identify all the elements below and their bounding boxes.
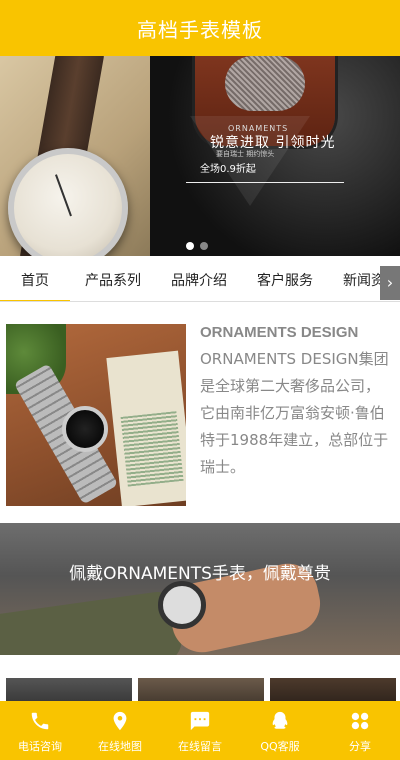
share-label: 分享 bbox=[349, 739, 371, 753]
online-message-button[interactable]: 在线留言 bbox=[160, 701, 240, 760]
hero-banner[interactable]: ORNAMENTS 锐意进取 引领时光 要自瑞士 期约惊头 全场0.9折起 bbox=[0, 56, 400, 256]
qq-icon bbox=[267, 708, 293, 734]
phone-consult-label: 电话咨询 bbox=[18, 739, 62, 753]
banner-divider bbox=[186, 182, 344, 183]
qq-service-label: QQ客服 bbox=[260, 739, 300, 753]
page-title: 高档手表模板 bbox=[137, 17, 263, 42]
share-button[interactable]: 分享 bbox=[320, 701, 400, 760]
qq-service-button[interactable]: QQ客服 bbox=[240, 701, 320, 760]
carousel-dot[interactable] bbox=[186, 242, 194, 250]
tab-customer-service[interactable]: 客户服务 bbox=[242, 262, 328, 301]
phone-icon bbox=[27, 708, 53, 734]
banner-promo: 全场0.9折起 bbox=[200, 164, 256, 175]
phone-consult-button[interactable]: 电话咨询 bbox=[0, 701, 80, 760]
about-heading[interactable]: ORNAMENTS DESIGN bbox=[200, 324, 358, 341]
banner-grill bbox=[225, 56, 305, 111]
category-nav: 首页 产品系列 品牌介绍 客户服务 新闻资讯 › bbox=[0, 262, 400, 302]
about-section: ORNAMENTS DESIGN ORNAMENTS DESIGN集团是全球第二… bbox=[6, 324, 396, 506]
message-icon bbox=[187, 708, 213, 734]
banner-fine-print: 要自瑞士 期约惊头 bbox=[216, 150, 275, 158]
tab-home[interactable]: 首页 bbox=[0, 262, 70, 301]
certificate-image bbox=[106, 350, 186, 506]
carousel-dot[interactable] bbox=[200, 242, 208, 250]
online-message-label: 在线留言 bbox=[178, 739, 222, 753]
map-pin-icon bbox=[107, 708, 133, 734]
promo-sleeve-image bbox=[0, 589, 184, 655]
online-map-button[interactable]: 在线地图 bbox=[80, 701, 160, 760]
watch-dial-image bbox=[62, 406, 108, 452]
carousel-dots bbox=[186, 242, 208, 250]
bottom-action-bar: 电话咨询 在线地图 在线留言 QQ客服 分享 bbox=[0, 701, 400, 760]
share-grid-icon bbox=[347, 708, 373, 734]
online-map-label: 在线地图 bbox=[98, 739, 142, 753]
promo-watch-image bbox=[158, 581, 206, 629]
tab-brand-intro[interactable]: 品牌介绍 bbox=[156, 262, 242, 301]
promo-banner[interactable]: 佩戴ORNAMENTS手表，佩戴尊贵 bbox=[0, 523, 400, 655]
promo-banner-text: 佩戴ORNAMENTS手表，佩戴尊贵 bbox=[69, 564, 331, 584]
app-header: 高档手表模板 bbox=[0, 0, 400, 56]
nav-scroll-arrow-icon[interactable]: › bbox=[380, 266, 400, 300]
about-watch-photo[interactable] bbox=[6, 324, 186, 506]
about-description: ORNAMENTS DESIGN集团是全球第二大奢侈品公司，它由南非亿万富翁安顿… bbox=[200, 350, 389, 476]
banner-watch-image bbox=[8, 148, 128, 256]
tab-product-series[interactable]: 产品系列 bbox=[70, 262, 156, 301]
